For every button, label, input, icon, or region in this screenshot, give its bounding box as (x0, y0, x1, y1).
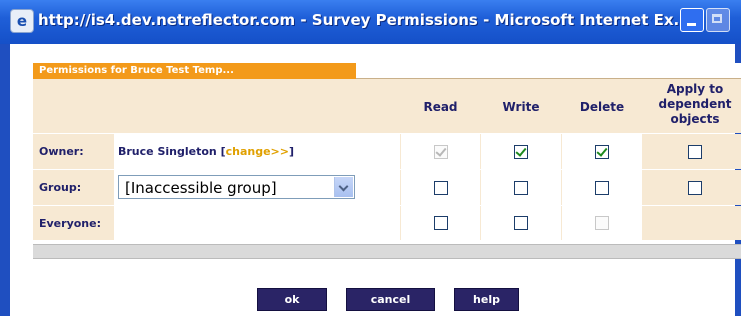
owner-read-checkbox (433, 144, 448, 159)
group-read-cell (401, 170, 480, 205)
group-row: Group: [Inaccessible group] (33, 170, 741, 205)
owner-link-close: ] (288, 145, 294, 158)
group-select-value: [Inaccessible group] (125, 179, 277, 197)
group-read-checkbox[interactable] (433, 180, 448, 195)
group-delete-checkbox[interactable] (595, 180, 609, 195)
change-owner-link[interactable]: change>> (226, 145, 289, 158)
owner-read-cell (401, 134, 480, 169)
window-titlebar: e http://is4.dev.netreflector.com - Surv… (0, 0, 741, 45)
everyone-apply-cell (643, 206, 741, 240)
owner-write-checkbox[interactable] (514, 144, 528, 159)
header-row: Read Write Delete Apply to dependent obj… (33, 79, 741, 133)
chevron-down-icon[interactable] (334, 177, 353, 197)
header-delete-label: Delete (579, 100, 625, 114)
owner-write-cell (481, 134, 561, 169)
owner-link-open: [ (216, 145, 226, 158)
owner-label-cell: Owner: (33, 134, 113, 169)
header-apply-line2: dependent (658, 97, 732, 111)
header-read: Read (401, 79, 480, 133)
everyone-read-cell (401, 206, 480, 240)
header-apply: Apply to dependent objects (643, 79, 741, 133)
owner-delete-checkbox[interactable] (595, 144, 609, 159)
permissions-tab-label: Permissions for Bruce Test Temp... (33, 63, 356, 79)
everyone-row: Everyone: (33, 206, 741, 240)
ok-button[interactable]: ok (257, 288, 327, 311)
group-select[interactable]: [Inaccessible group] (118, 175, 355, 199)
everyone-delete-checkbox (595, 216, 609, 230)
group-write-cell (481, 170, 561, 205)
help-button[interactable]: help (454, 288, 519, 311)
permissions-grid: Read Write Delete Apply to dependent obj… (33, 79, 741, 309)
group-write-checkbox[interactable] (514, 180, 528, 195)
owner-name-text: Bruce Singleton [change>>] (118, 145, 294, 158)
cancel-button[interactable]: cancel (346, 288, 435, 311)
group-apply-cell (643, 170, 741, 205)
everyone-delete-cell (562, 206, 642, 240)
maximize-button[interactable] (706, 8, 730, 32)
group-value-cell: [Inaccessible group] (114, 170, 400, 205)
everyone-write-checkbox[interactable] (514, 216, 528, 230)
owner-apply-checkbox[interactable] (688, 144, 702, 159)
panel-footer-bar (33, 244, 741, 259)
header-write-label: Write (502, 100, 540, 114)
window-frame-left (0, 44, 10, 316)
everyone-label-cell: Everyone: (33, 206, 113, 240)
header-read-label: Read (423, 100, 458, 114)
header-delete: Delete (562, 79, 642, 133)
everyone-read-checkbox[interactable] (433, 216, 448, 230)
owner-label: Owner: (39, 145, 84, 158)
owner-row: Owner: Bruce Singleton [change>>] (33, 134, 741, 169)
owner-delete-cell (562, 134, 642, 169)
owner-value-cell: Bruce Singleton [change>>] (114, 134, 400, 169)
permissions-panel: Permissions for Bruce Test Temp... Read … (27, 63, 741, 263)
header-write: Write (481, 79, 561, 133)
owner-apply-cell (643, 134, 741, 169)
header-apply-line1: Apply to (666, 82, 724, 96)
group-label: Group: (39, 181, 82, 194)
ie-page-icon: e (10, 9, 34, 33)
tab-divider (356, 63, 741, 79)
group-delete-cell (562, 170, 642, 205)
header-apply-line3: objects (670, 112, 720, 126)
group-label-cell: Group: (33, 170, 113, 205)
group-apply-checkbox[interactable] (688, 180, 702, 195)
everyone-value-cell (114, 206, 400, 240)
minimize-button[interactable] (680, 8, 704, 32)
everyone-label: Everyone: (39, 217, 101, 230)
owner-name: Bruce Singleton (118, 145, 217, 158)
window-title: http://is4.dev.netreflector.com - Survey… (38, 11, 691, 29)
everyone-write-cell (481, 206, 561, 240)
